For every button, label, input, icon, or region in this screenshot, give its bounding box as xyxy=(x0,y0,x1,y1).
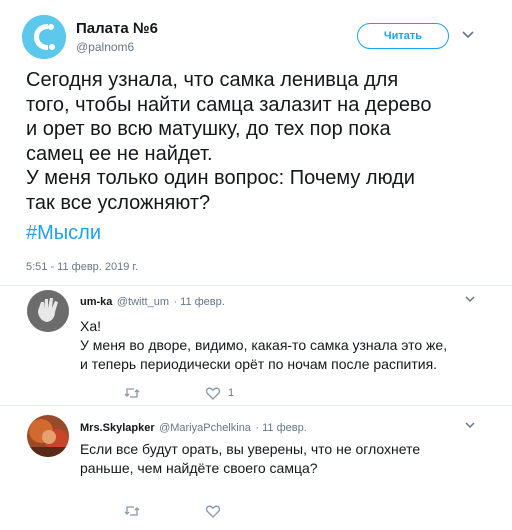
chevron-down-icon[interactable] xyxy=(463,418,477,432)
chevron-down-icon[interactable] xyxy=(463,292,477,306)
reply-display-name[interactable]: Mrs.Skylapker xyxy=(80,422,155,434)
avatar[interactable] xyxy=(22,15,66,59)
display-name[interactable]: Палата №6 xyxy=(76,20,158,37)
reply-handle[interactable]: @MariyaPchelkina xyxy=(159,422,251,434)
reply-text: Ха! У меня во дворе, видимо, какая-то са… xyxy=(80,318,448,372)
reply-avatar[interactable] xyxy=(27,415,69,457)
tweet-timestamp[interactable]: 5:51 - 11 февр. 2019 г. xyxy=(26,261,138,273)
hand-print-icon xyxy=(27,290,69,332)
avatar-photo xyxy=(27,415,69,457)
reply-avatar[interactable] xyxy=(27,290,69,332)
divider xyxy=(0,405,512,406)
reply-header: Mrs.Skylapker @MariyaPchelkina · 11 февр… xyxy=(80,418,307,436)
hashtag-link[interactable]: #Мысли xyxy=(26,221,101,246)
divider xyxy=(0,285,512,286)
user-handle[interactable]: @palnom6 xyxy=(76,40,134,54)
reply-date[interactable]: · 11 февр. xyxy=(173,296,224,308)
chevron-down-icon[interactable] xyxy=(460,26,476,42)
tweet-text: Сегодня узнала, что самка ленивца для то… xyxy=(26,69,432,214)
like-count: 1 xyxy=(228,387,235,399)
retweet-icon[interactable] xyxy=(124,385,140,401)
reply-text: Если все будут орать, вы уверены, что не… xyxy=(80,441,421,476)
reply-date[interactable]: · 11 февр. xyxy=(255,422,306,434)
retweet-icon[interactable] xyxy=(124,503,140,519)
heart-icon[interactable] xyxy=(205,503,221,519)
follow-button[interactable]: Читать xyxy=(357,23,449,49)
avatar-image xyxy=(22,15,66,59)
heart-icon[interactable] xyxy=(205,385,221,401)
reply-display-name[interactable]: um-ka xyxy=(80,296,112,308)
reply-handle[interactable]: @twitt_um xyxy=(117,296,169,308)
reply-header: um-ka @twitt_um · 11 февр. xyxy=(80,292,225,310)
